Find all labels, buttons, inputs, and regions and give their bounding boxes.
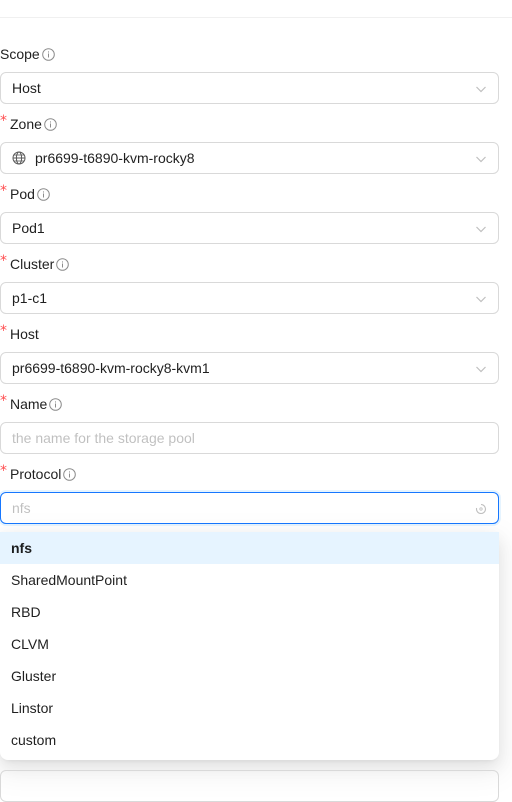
host-select-value: pr6699-t6890-kvm-rocky8-kvm1 bbox=[12, 360, 210, 376]
zone-label: * Zone bbox=[0, 113, 57, 135]
zone-label-text: Zone bbox=[10, 116, 42, 132]
pod-label: * Pod bbox=[0, 183, 50, 205]
info-icon[interactable] bbox=[41, 47, 55, 61]
top-divider bbox=[0, 17, 512, 18]
info-icon[interactable] bbox=[44, 117, 57, 131]
chevron-down-icon bbox=[475, 82, 487, 94]
protocol-dropdown: nfs SharedMountPoint RBD CLVM Gluster Linstor… bbox=[0, 532, 499, 760]
name-label: * Name bbox=[0, 393, 63, 415]
protocol-options-list: nfs SharedMountPoint RBD CLVM Gluster Linstor… bbox=[0, 532, 499, 756]
protocol-select[interactable]: nfs bbox=[0, 492, 499, 524]
cluster-label-text: Cluster bbox=[10, 256, 55, 272]
required-mark: * bbox=[0, 463, 7, 479]
protocol-label-text: Protocol bbox=[10, 466, 62, 482]
host-select[interactable]: pr6699-t6890-kvm-rocky8-kvm1 bbox=[0, 352, 499, 384]
cluster-label: * Cluster bbox=[0, 253, 70, 275]
required-mark: * bbox=[0, 253, 7, 269]
chevron-down-icon bbox=[475, 222, 487, 234]
scope-label-text: Scope bbox=[0, 46, 40, 62]
cluster-select-value: p1-c1 bbox=[12, 290, 48, 306]
loading-icon bbox=[475, 502, 487, 515]
pod-label-text: Pod bbox=[10, 186, 35, 202]
chevron-down-icon bbox=[475, 362, 487, 374]
globe-icon bbox=[12, 151, 26, 165]
required-mark: * bbox=[0, 393, 7, 409]
pod-select-value: Pod1 bbox=[12, 220, 45, 236]
protocol-option[interactable]: custom bbox=[0, 724, 499, 756]
info-icon[interactable] bbox=[63, 467, 77, 481]
chevron-down-icon bbox=[475, 292, 487, 304]
protocol-label: * Protocol bbox=[0, 463, 77, 485]
required-mark: * bbox=[0, 183, 7, 199]
scope-select[interactable]: Host bbox=[0, 72, 499, 104]
info-icon[interactable] bbox=[49, 397, 63, 411]
host-label-text: Host bbox=[10, 326, 39, 342]
zone-select-value: pr6699-t6890-kvm-rocky8 bbox=[35, 150, 195, 166]
name-input[interactable] bbox=[0, 422, 499, 454]
zone-select[interactable]: pr6699-t6890-kvm-rocky8 bbox=[0, 142, 499, 174]
info-icon[interactable] bbox=[56, 257, 70, 271]
pod-select[interactable]: Pod1 bbox=[0, 212, 499, 244]
cluster-select[interactable]: p1-c1 bbox=[0, 282, 499, 314]
protocol-option[interactable]: Gluster bbox=[0, 660, 499, 692]
protocol-option[interactable]: SharedMountPoint bbox=[0, 564, 499, 596]
chevron-down-icon bbox=[475, 152, 487, 164]
info-icon[interactable] bbox=[37, 187, 50, 201]
name-label-text: Name bbox=[10, 396, 48, 412]
protocol-option[interactable]: Linstor bbox=[0, 692, 499, 724]
protocol-option[interactable]: CLVM bbox=[0, 628, 499, 660]
required-mark: * bbox=[0, 323, 7, 339]
protocol-select-value: nfs bbox=[12, 500, 31, 516]
scope-select-value: Host bbox=[12, 80, 41, 96]
required-mark: * bbox=[0, 113, 7, 129]
scope-label: Scope bbox=[0, 43, 55, 65]
host-label: * Host bbox=[0, 323, 39, 345]
protocol-option[interactable]: RBD bbox=[0, 596, 499, 628]
protocol-option[interactable]: nfs bbox=[0, 532, 499, 564]
